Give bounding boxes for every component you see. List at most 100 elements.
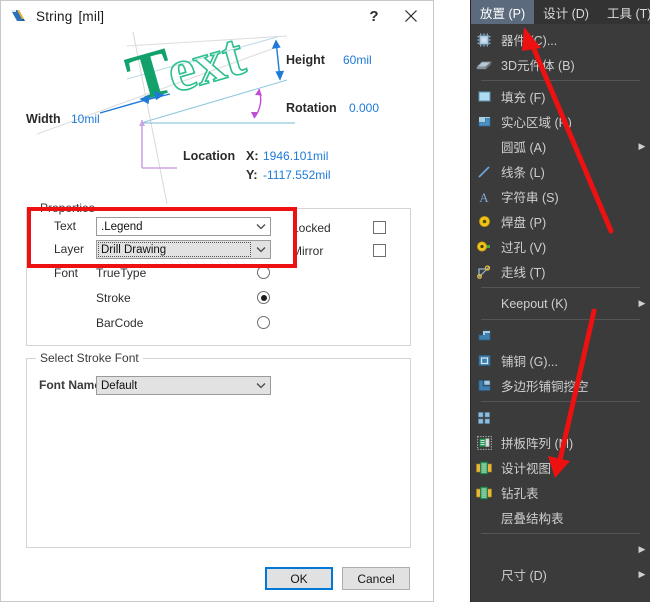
menu-item-solid-region-label: 实心区域 (R) xyxy=(501,116,572,130)
menu-item-3d-body[interactable]: 3D元件体 (B) xyxy=(471,52,650,77)
mirror-row: Mirror xyxy=(292,244,323,258)
menu-item-polygon-cutout[interactable]: 铺铜 (G)... xyxy=(471,348,650,373)
mirror-label: Mirror xyxy=(292,244,324,258)
font-row: Font xyxy=(54,266,78,280)
menubar-item-tools[interactable]: 工具 (T) xyxy=(598,0,650,24)
menu-item-polygon-slice[interactable]: 多边形铺铜挖空 xyxy=(471,373,650,398)
text-row: Text xyxy=(54,219,99,233)
menu-item-component-label: 器件 (C)... xyxy=(501,34,558,48)
locked-label: Locked xyxy=(292,221,331,235)
rotation-value: 0.000 xyxy=(349,101,379,115)
width-label: Width xyxy=(26,112,61,126)
drill-table-icon xyxy=(471,455,497,480)
no-icon xyxy=(471,291,497,316)
location-y-value: -1117.552mil xyxy=(263,168,331,182)
chevron-down-icon[interactable] xyxy=(251,218,270,235)
menu-item-object-from-file-label: 层叠结构表 xyxy=(501,512,564,526)
font-option-truetype-label: TrueType xyxy=(96,266,147,280)
component-icon xyxy=(471,27,497,52)
track-icon xyxy=(471,259,497,284)
altium-string-icon xyxy=(10,7,28,25)
submenu-chevron-icon: ▶ xyxy=(638,569,646,579)
menu-item-track-label: 走线 (T) xyxy=(501,266,546,280)
via-icon xyxy=(471,234,497,259)
text-value: .Legend xyxy=(101,220,143,233)
menu-separator xyxy=(481,287,640,288)
font-option-barcode-radio[interactable] xyxy=(257,316,270,329)
menu-item-work-guide[interactable]: 尺寸 (D) ▶ xyxy=(471,562,650,587)
submenu-chevron-icon: ▶ xyxy=(638,141,646,151)
menu-item-line-label: 线条 (L) xyxy=(501,166,545,180)
menu-item-arc[interactable]: 圆弧 (A) ▶ xyxy=(471,134,650,159)
menu-separator xyxy=(481,533,640,534)
menu-item-design-view-label: 拼板阵列 (M) xyxy=(501,437,574,451)
menu-item-via-label: 过孔 (V) xyxy=(501,241,547,255)
locked-checkbox[interactable] xyxy=(373,221,386,234)
font-option-stroke[interactable]: Stroke xyxy=(96,291,131,305)
width-value: 10mil xyxy=(71,112,100,126)
menu-item-fill[interactable]: 填充 (F) xyxy=(471,84,650,109)
menu-item-layer-stack-table-label: 钻孔表 xyxy=(501,487,539,501)
font-option-barcode-label: BarCode xyxy=(96,316,144,330)
menu-separator xyxy=(481,319,640,320)
menu-item-arc-label: 圆弧 (A) xyxy=(501,141,547,155)
text-input[interactable]: .Legend xyxy=(96,217,271,236)
location-label: Location xyxy=(183,149,235,163)
font-name-label: Font Name xyxy=(39,378,102,392)
menu-item-design-view[interactable]: 拼板阵列 (M) xyxy=(471,430,650,455)
chevron-down-icon[interactable] xyxy=(251,377,270,394)
layer-value: Drill Drawing xyxy=(101,243,167,256)
font-option-barcode[interactable]: BarCode xyxy=(96,316,143,330)
close-icon[interactable] xyxy=(389,1,433,31)
font-option-stroke-radio[interactable] xyxy=(257,291,270,304)
menu-item-string-label: 字符串 (S) xyxy=(501,191,559,205)
fill-icon xyxy=(471,84,497,109)
menu-item-track[interactable]: 走线 (T) xyxy=(471,259,650,284)
cancel-button[interactable]: Cancel xyxy=(342,567,410,590)
layer-select[interactable]: Drill Drawing xyxy=(96,240,271,259)
height-label: Height xyxy=(286,53,326,67)
menu-item-panel-array[interactable] xyxy=(471,405,650,430)
height-value: 60mil xyxy=(343,53,372,67)
no-icon xyxy=(471,537,497,562)
font-name-value: Default xyxy=(101,379,138,392)
menu-item-via[interactable]: 过孔 (V) xyxy=(471,234,650,259)
menu-item-drill-table-label: 设计视图 xyxy=(501,462,552,476)
no-icon xyxy=(471,505,497,530)
pad-icon xyxy=(471,209,497,234)
ok-button[interactable]: OK xyxy=(265,567,333,590)
menu-item-work-guide-label: 尺寸 (D) xyxy=(501,569,547,583)
location-x-value: 1946.101mil xyxy=(263,149,328,163)
font-name-select[interactable]: Default xyxy=(96,376,271,395)
menu-item-object-from-file[interactable]: 层叠结构表 xyxy=(471,505,650,530)
menubar-item-design[interactable]: 设计 (D) xyxy=(534,0,598,24)
location-x-label: X: xyxy=(246,149,259,163)
menu-item-component[interactable]: 器件 (C)... xyxy=(471,27,650,52)
menu-item-line[interactable]: 线条 (L) xyxy=(471,159,650,184)
menu-item-dimension[interactable]: ▶ xyxy=(471,537,650,562)
polygon-slice-icon xyxy=(471,373,497,398)
font-label: Font xyxy=(54,266,79,280)
menu-item-keepout[interactable]: Keepout (K) ▶ xyxy=(471,291,650,316)
mirror-checkbox[interactable] xyxy=(373,244,386,257)
properties-group-legend: Properties xyxy=(36,201,99,215)
menu-item-pad[interactable]: 焊盘 (P) xyxy=(471,209,650,234)
menubar-item-place[interactable]: 放置 (P) xyxy=(471,0,535,24)
font-option-truetype[interactable]: TrueType xyxy=(96,266,146,280)
polygon-pour-icon xyxy=(471,323,497,348)
layer-stack-table-icon xyxy=(471,480,497,505)
menu-item-solid-region[interactable]: 实心区域 (R) xyxy=(471,109,650,134)
line-icon xyxy=(471,159,497,184)
menu-item-string[interactable]: A 字符串 (S) xyxy=(471,184,650,209)
dialog-title: String xyxy=(36,8,73,24)
menu-item-polygon-pour[interactable] xyxy=(471,323,650,348)
menu-item-drill-table[interactable]: 设计视图 xyxy=(471,455,650,480)
menubar: 放置 (P) 设计 (D) 工具 (T) xyxy=(471,0,650,24)
menu-item-polygon-slice-label: 多边形铺铜挖空 xyxy=(501,380,589,394)
font-option-truetype-radio[interactable] xyxy=(257,266,270,279)
menu-item-3d-body-label: 3D元件体 (B) xyxy=(501,59,575,73)
menu-item-layer-stack-table[interactable]: 钻孔表 xyxy=(471,480,650,505)
chevron-down-icon[interactable] xyxy=(251,241,270,258)
help-button[interactable]: ? xyxy=(359,1,389,31)
string-properties-dialog: String [mil] ? T ext Height 60mil Rotati… xyxy=(0,0,434,602)
